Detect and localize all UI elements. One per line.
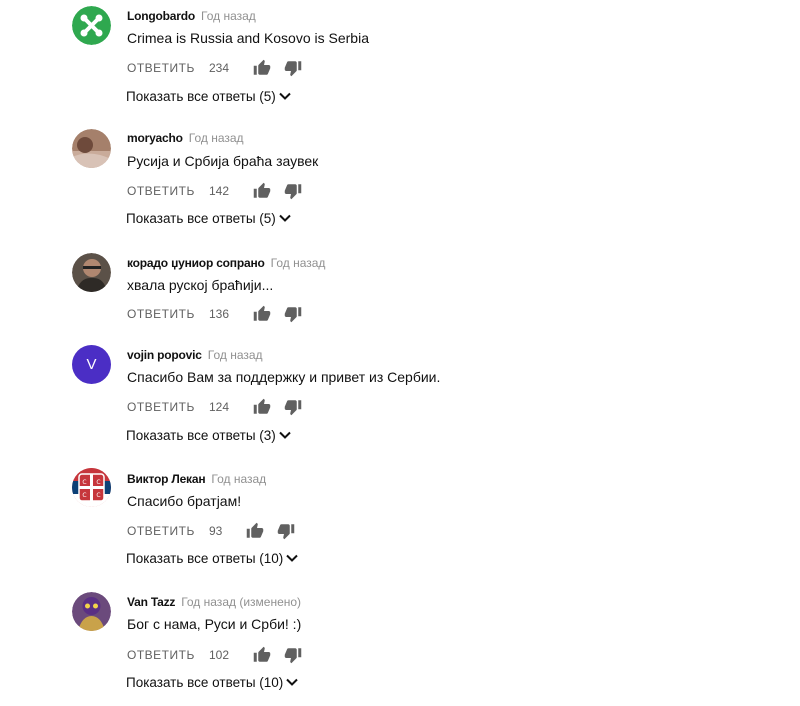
avatar[interactable] [72, 129, 111, 168]
reply-button[interactable]: ОТВЕТИТЬ [127, 307, 195, 321]
comment-text: Спасибо братјам! [127, 493, 242, 509]
avatar[interactable]: V [72, 345, 111, 384]
comment-time[interactable]: Год назад [201, 9, 256, 23]
like-icon[interactable] [253, 182, 271, 200]
comment-time[interactable]: Год назад [211, 472, 266, 486]
comment-time[interactable]: Год назад [189, 131, 244, 145]
dislike-icon[interactable] [277, 522, 295, 540]
reply-button[interactable]: ОТВЕТИТЬ [127, 648, 195, 662]
comment-time[interactable]: Год назад [271, 256, 326, 270]
comment-text: Бог с нама, Руси и Срби! :) [127, 616, 302, 632]
reply-button[interactable]: ОТВЕТИТЬ [127, 524, 195, 538]
comment-text: Crimea is Russia and Kosovo is Serbia [127, 30, 369, 46]
dislike-icon[interactable] [284, 182, 302, 200]
reply-button[interactable]: ОТВЕТИТЬ [127, 61, 195, 75]
svg-text:С: С [96, 492, 100, 499]
reply-button[interactable]: ОТВЕТИТЬ [127, 184, 195, 198]
avatar[interactable] [72, 6, 111, 45]
comment-text: хвала руској браћији... [127, 277, 274, 293]
comment-author[interactable]: moryacho [127, 131, 183, 145]
show-replies-button[interactable]: Показать все ответы (5) [126, 211, 292, 228]
comment-author[interactable]: Van Tazz [127, 595, 175, 609]
chevron-down-icon [278, 211, 292, 228]
like-icon[interactable] [253, 305, 271, 323]
letter-avatar: V [72, 345, 111, 384]
like-count: 234 [209, 61, 230, 75]
chevron-down-icon [278, 428, 292, 445]
show-replies-label: Показать все ответы (5) [126, 211, 276, 227]
dislike-icon[interactable] [284, 59, 302, 77]
like-count: 93 [209, 524, 223, 538]
comment-author[interactable]: Longobardo [127, 9, 195, 23]
like-icon[interactable] [253, 646, 271, 664]
photo-avatar-icon [72, 129, 111, 168]
show-replies-label: Показать все ответы (3) [126, 428, 276, 444]
like-count: 124 [209, 400, 230, 414]
dislike-icon[interactable] [284, 398, 302, 416]
green-cross-avatar-icon [72, 6, 111, 45]
avatar[interactable] [72, 592, 111, 631]
comment-text: Спасибо Вам за поддержку и привет из Сер… [127, 369, 441, 385]
comment-author[interactable]: Виктор Лекан [127, 472, 206, 486]
serbian-cross-avatar-icon: С С С С [72, 468, 111, 507]
svg-text:С: С [82, 479, 86, 486]
photo-avatar-icon [72, 253, 111, 292]
like-icon[interactable] [253, 59, 271, 77]
like-count: 136 [209, 307, 230, 321]
svg-text:С: С [96, 479, 100, 486]
show-replies-label: Показать все ответы (10) [126, 675, 284, 691]
dislike-icon[interactable] [284, 305, 302, 323]
chevron-down-icon [285, 551, 299, 568]
like-icon[interactable] [253, 398, 271, 416]
reply-button[interactable]: ОТВЕТИТЬ [127, 400, 195, 414]
photo-avatar-icon [72, 592, 111, 631]
comment-author[interactable]: корадо џуниор сопрано [127, 256, 265, 270]
show-replies-label: Показать все ответы (5) [126, 89, 276, 105]
like-count: 102 [209, 648, 230, 662]
show-replies-button[interactable]: Показать все ответы (10) [126, 675, 299, 692]
show-replies-button[interactable]: Показать все ответы (3) [126, 428, 292, 445]
dislike-icon[interactable] [284, 646, 302, 664]
show-replies-button[interactable]: Показать все ответы (5) [126, 89, 292, 106]
show-replies-button[interactable]: Показать все ответы (10) [126, 551, 299, 568]
comment-text: Русија и Србија браћа заувек [127, 153, 319, 169]
comment-author[interactable]: vojin popovic [127, 348, 202, 362]
comment-time[interactable]: Год назад [208, 348, 263, 362]
svg-text:С: С [82, 492, 86, 499]
like-count: 142 [209, 184, 230, 198]
chevron-down-icon [285, 675, 299, 692]
comment-time[interactable]: Год назад (изменено) [181, 595, 301, 609]
show-replies-label: Показать все ответы (10) [126, 551, 284, 567]
avatar[interactable] [72, 253, 111, 292]
chevron-down-icon [278, 89, 292, 106]
avatar[interactable]: С С С С [72, 468, 111, 507]
like-icon[interactable] [246, 522, 264, 540]
